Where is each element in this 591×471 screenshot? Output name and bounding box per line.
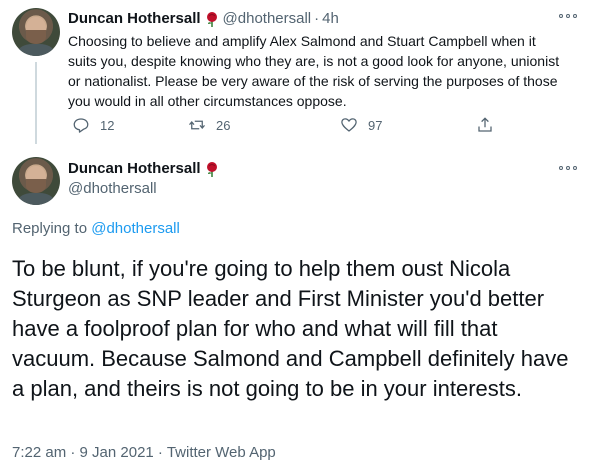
parent-handle[interactable]: @dhothersall bbox=[223, 10, 312, 27]
more-icon[interactable] bbox=[558, 12, 578, 20]
replying-handle-link[interactable]: @dhothersall bbox=[91, 220, 180, 237]
thread-line bbox=[35, 62, 37, 144]
replying-to: Replying to @dhothersall bbox=[12, 220, 180, 237]
like-button[interactable]: 97 bbox=[340, 116, 382, 134]
like-count: 97 bbox=[368, 117, 383, 133]
retweet-button[interactable]: 26 bbox=[188, 116, 230, 134]
rose-icon bbox=[205, 161, 219, 177]
main-name-row: Duncan Hothersall bbox=[68, 160, 219, 177]
main-avatar[interactable] bbox=[12, 157, 60, 205]
main-display-name[interactable]: Duncan Hothersall bbox=[68, 160, 201, 177]
replying-prefix: Replying to bbox=[12, 220, 92, 237]
reply-button[interactable]: 12 bbox=[72, 116, 114, 134]
reply-count: 12 bbox=[100, 117, 115, 133]
like-icon bbox=[341, 118, 357, 132]
reply-icon bbox=[73, 118, 89, 133]
rose-icon bbox=[205, 11, 219, 27]
more-icon[interactable] bbox=[558, 164, 578, 172]
share-button[interactable] bbox=[476, 116, 494, 134]
parent-time[interactable]: 4h bbox=[322, 10, 339, 27]
parent-name-row: Duncan Hothersall @dhothersall · 4h bbox=[68, 10, 339, 27]
main-handle[interactable]: @dhothersall bbox=[68, 180, 157, 197]
parent-display-name[interactable]: Duncan Hothersall bbox=[68, 10, 201, 27]
retweet-icon bbox=[189, 120, 205, 130]
parent-separator: · bbox=[314, 10, 320, 27]
parent-avatar[interactable] bbox=[12, 8, 60, 56]
parent-action-bar: 12 26 97 bbox=[62, 116, 502, 138]
share-icon bbox=[478, 117, 492, 132]
retweet-count: 26 bbox=[216, 117, 231, 133]
tweet-timestamp[interactable]: 7:22 am · 9 Jan 2021 · Twitter Web App bbox=[12, 444, 276, 461]
parent-tweet-text: Choosing to believe and amplify Alex Sal… bbox=[68, 33, 560, 109]
main-tweet-text: To be blunt, if you're going to help the… bbox=[12, 256, 569, 401]
